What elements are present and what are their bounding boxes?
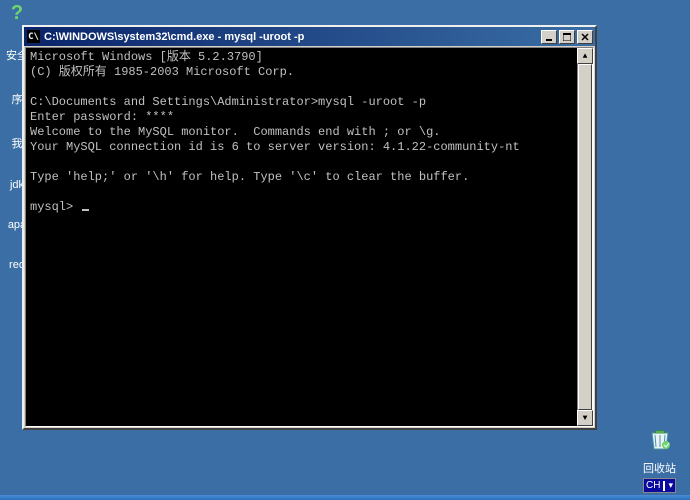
scroll-down-button[interactable]: ▼ [577, 410, 593, 426]
terminal-output: Microsoft Windows [版本 5.2.3790] (C) 版权所有… [30, 50, 575, 215]
scroll-track[interactable] [577, 64, 593, 410]
titlebar[interactable]: C\ C:\WINDOWS\system32\cmd.exe - mysql -… [24, 27, 595, 46]
ime-caret-icon: ▾ [668, 480, 673, 491]
desktop-icon-label: 序 [12, 91, 23, 107]
recycle-bin-label: 回收站 [643, 460, 676, 476]
desktop-icon-label: 我 [12, 135, 23, 151]
terminal[interactable]: Microsoft Windows [版本 5.2.3790] (C) 版权所有… [25, 47, 594, 427]
scrollbar[interactable]: ▲ ▼ [577, 48, 593, 426]
cmd-icon: C\ [27, 30, 40, 43]
recycle-bin-icon [646, 425, 674, 460]
ime-bar-icon [663, 481, 665, 491]
cmd-window: C\ C:\WINDOWS\system32\cmd.exe - mysql -… [22, 25, 597, 430]
scroll-up-button[interactable]: ▲ [577, 48, 593, 64]
help-icon[interactable]: ? [2, 2, 32, 27]
maximize-button[interactable] [559, 30, 575, 44]
question-icon: ? [11, 2, 23, 25]
minimize-button[interactable] [541, 30, 557, 44]
ime-indicator[interactable]: CH ▾ [643, 478, 676, 493]
taskbar[interactable] [0, 495, 690, 500]
window-title: C:\WINDOWS\system32\cmd.exe - mysql -uro… [44, 31, 539, 43]
scroll-thumb[interactable] [578, 64, 592, 410]
ime-label: CH [646, 480, 660, 491]
recycle-bin[interactable]: 回收站 [643, 425, 676, 476]
close-button[interactable] [577, 30, 593, 44]
window-controls [539, 30, 593, 44]
cursor [82, 209, 89, 211]
